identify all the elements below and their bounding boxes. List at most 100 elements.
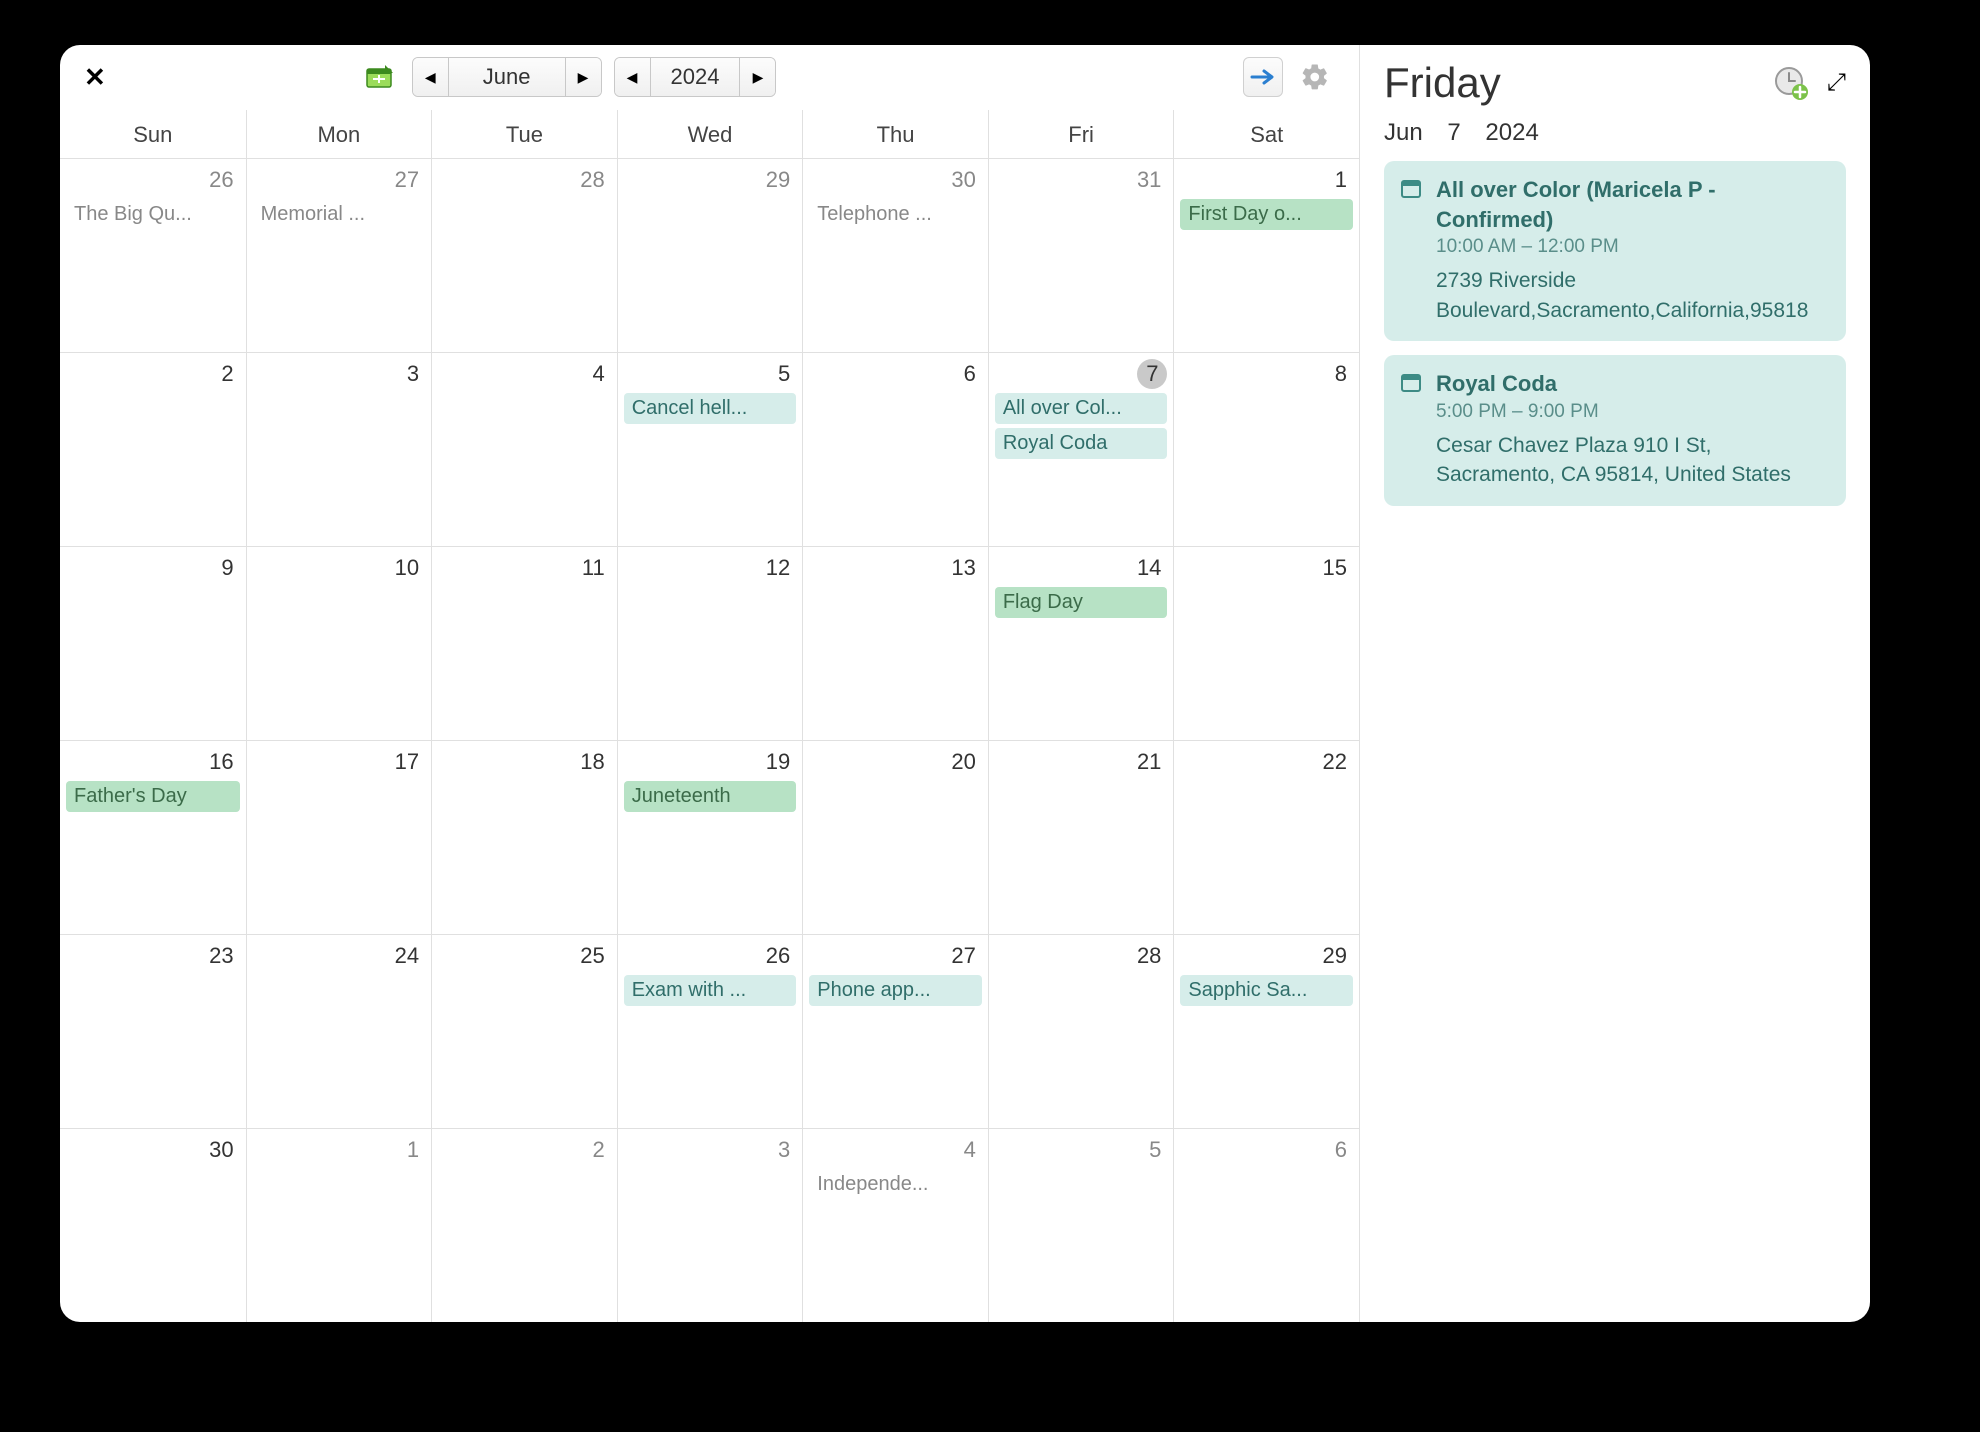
calendar-event[interactable]: The Big Qu... (66, 199, 240, 230)
day-cell[interactable]: 9 (60, 546, 246, 740)
day-cell[interactable]: 29 Sapphic Sa... (1173, 934, 1359, 1128)
import-icon[interactable] (360, 57, 400, 97)
day-cell[interactable]: 30 Telephone ... (802, 158, 988, 352)
day-number: 4 (586, 359, 610, 389)
day-number: 27 (389, 165, 425, 195)
calendar-event[interactable]: Independe... (809, 1169, 982, 1200)
day-cell[interactable]: 4 (431, 352, 617, 546)
month-grid: 26The Big Qu...27Memorial ...282930Telep… (60, 158, 1359, 1322)
day-cell[interactable]: 28 (988, 934, 1174, 1128)
day-cell[interactable]: 31 (988, 158, 1174, 352)
day-number: 11 (576, 553, 611, 583)
day-cell[interactable]: 5Cancel hell... (617, 352, 803, 546)
day-number: 30 (945, 165, 981, 195)
day-cell[interactable]: 12 (617, 546, 803, 740)
day-cell[interactable]: 1 (246, 1128, 432, 1322)
event-time: 5:00 PM – 9:00 PM (1436, 401, 1830, 423)
day-cell[interactable]: 21 (988, 740, 1174, 934)
day-cell[interactable]: 23 (60, 934, 246, 1128)
calendar-event[interactable]: Sapphic Sa... (1180, 975, 1353, 1006)
calendar-event[interactable]: Exam with ... (624, 975, 797, 1006)
event-card[interactable]: All over Color (Maricela P - Confirmed)1… (1384, 161, 1846, 341)
calendar-event[interactable]: Phone app... (809, 975, 982, 1006)
day-cell[interactable]: 27 Memorial ... (246, 158, 432, 352)
day-cell[interactable]: 2 (60, 352, 246, 546)
weekday-label: Sat (1173, 110, 1359, 158)
event-location: Cesar Chavez Plaza 910 I St, Sacramento,… (1436, 431, 1830, 490)
expand-icon[interactable]: ⤢ (1827, 69, 1846, 97)
calendar-icon (1400, 369, 1424, 489)
calendar-event[interactable]: Royal Coda (995, 428, 1168, 459)
day-number: 26 (760, 941, 796, 971)
day-number: 12 (760, 553, 796, 583)
day-cell[interactable]: 22 (1173, 740, 1359, 934)
event-card[interactable]: Royal Coda5:00 PM – 9:00 PMCesar Chavez … (1384, 355, 1846, 505)
day-number: 29 (1317, 941, 1353, 971)
day-cell[interactable]: 27Phone app... (802, 934, 988, 1128)
calendar-event[interactable]: Telephone ... (809, 199, 982, 230)
day-cell[interactable]: 29 (617, 158, 803, 352)
day-number: 10 (389, 553, 425, 583)
toolbar: ✕ ◀ June ▶ ◀ 2024 ▶ (60, 45, 1359, 109)
detail-date: Jun 7 2024 (1384, 119, 1846, 147)
month-label[interactable]: June (449, 58, 565, 96)
day-cell[interactable]: 20 (802, 740, 988, 934)
prev-year-button[interactable]: ◀ (615, 58, 651, 96)
day-number: 15 (1317, 553, 1353, 583)
calendar-event[interactable]: First Day o... (1180, 199, 1353, 230)
day-cell[interactable]: 13 (802, 546, 988, 740)
weekday-label: Mon (246, 110, 432, 158)
next-month-button[interactable]: ▶ (565, 58, 601, 96)
settings-button[interactable] (1295, 57, 1335, 97)
day-number: 30 (203, 1135, 239, 1165)
day-number: 22 (1317, 747, 1353, 777)
day-cell[interactable]: 8 (1173, 352, 1359, 546)
day-number: 1 (401, 1135, 425, 1165)
day-cell[interactable]: 3 (246, 352, 432, 546)
prev-month-button[interactable]: ◀ (413, 58, 449, 96)
day-cell[interactable]: 26The Big Qu... (60, 158, 246, 352)
calendar-event[interactable]: Cancel hell... (624, 393, 797, 424)
weekday-label: Sun (60, 110, 246, 158)
close-icon[interactable]: ✕ (84, 62, 106, 93)
day-cell[interactable]: 10 (246, 546, 432, 740)
calendar-event[interactable]: Memorial ... (253, 199, 426, 230)
day-cell[interactable]: 19 Juneteenth (617, 740, 803, 934)
calendar-event[interactable]: All over Col... (995, 393, 1168, 424)
weekday-label: Wed (617, 110, 803, 158)
year-label[interactable]: 2024 (651, 58, 740, 96)
calendar-event[interactable]: Father's Day (66, 781, 240, 812)
day-cell[interactable]: 1First Day o... (1173, 158, 1359, 352)
day-number: 6 (1329, 1135, 1353, 1165)
calendar-event[interactable]: Flag Day (995, 587, 1168, 618)
calendar-window: ✕ ◀ June ▶ ◀ 2024 ▶ (60, 45, 1870, 1322)
day-number: 17 (389, 747, 425, 777)
day-cell[interactable]: 16Father's Day (60, 740, 246, 934)
day-cell[interactable]: 17 (246, 740, 432, 934)
day-cell[interactable]: 11 (431, 546, 617, 740)
day-number: 19 (760, 747, 796, 777)
day-number: 2 (586, 1135, 610, 1165)
day-cell[interactable]: 6 (802, 352, 988, 546)
goto-button[interactable] (1243, 57, 1283, 97)
day-cell[interactable]: 25 (431, 934, 617, 1128)
day-cell[interactable]: 18 (431, 740, 617, 934)
day-cell[interactable]: 28 (431, 158, 617, 352)
day-cell[interactable]: 26 Exam with ... (617, 934, 803, 1128)
day-cell[interactable]: 5 (988, 1128, 1174, 1322)
day-cell[interactable]: 3 (617, 1128, 803, 1322)
day-cell[interactable]: 15 (1173, 546, 1359, 740)
day-number: 8 (1329, 359, 1353, 389)
day-number: 25 (574, 941, 610, 971)
calendar-event[interactable]: Juneteenth (624, 781, 797, 812)
day-cell[interactable]: 24 (246, 934, 432, 1128)
day-cell[interactable]: 4Independe... (802, 1128, 988, 1322)
next-year-button[interactable]: ▶ (739, 58, 775, 96)
day-number: 24 (389, 941, 425, 971)
day-cell[interactable]: 7All over Col...Royal Coda (988, 352, 1174, 546)
day-cell[interactable]: 14Flag Day (988, 546, 1174, 740)
day-cell[interactable]: 30 (60, 1128, 246, 1322)
add-event-icon[interactable] (1773, 65, 1809, 101)
day-cell[interactable]: 2 (431, 1128, 617, 1322)
day-cell[interactable]: 6 (1173, 1128, 1359, 1322)
